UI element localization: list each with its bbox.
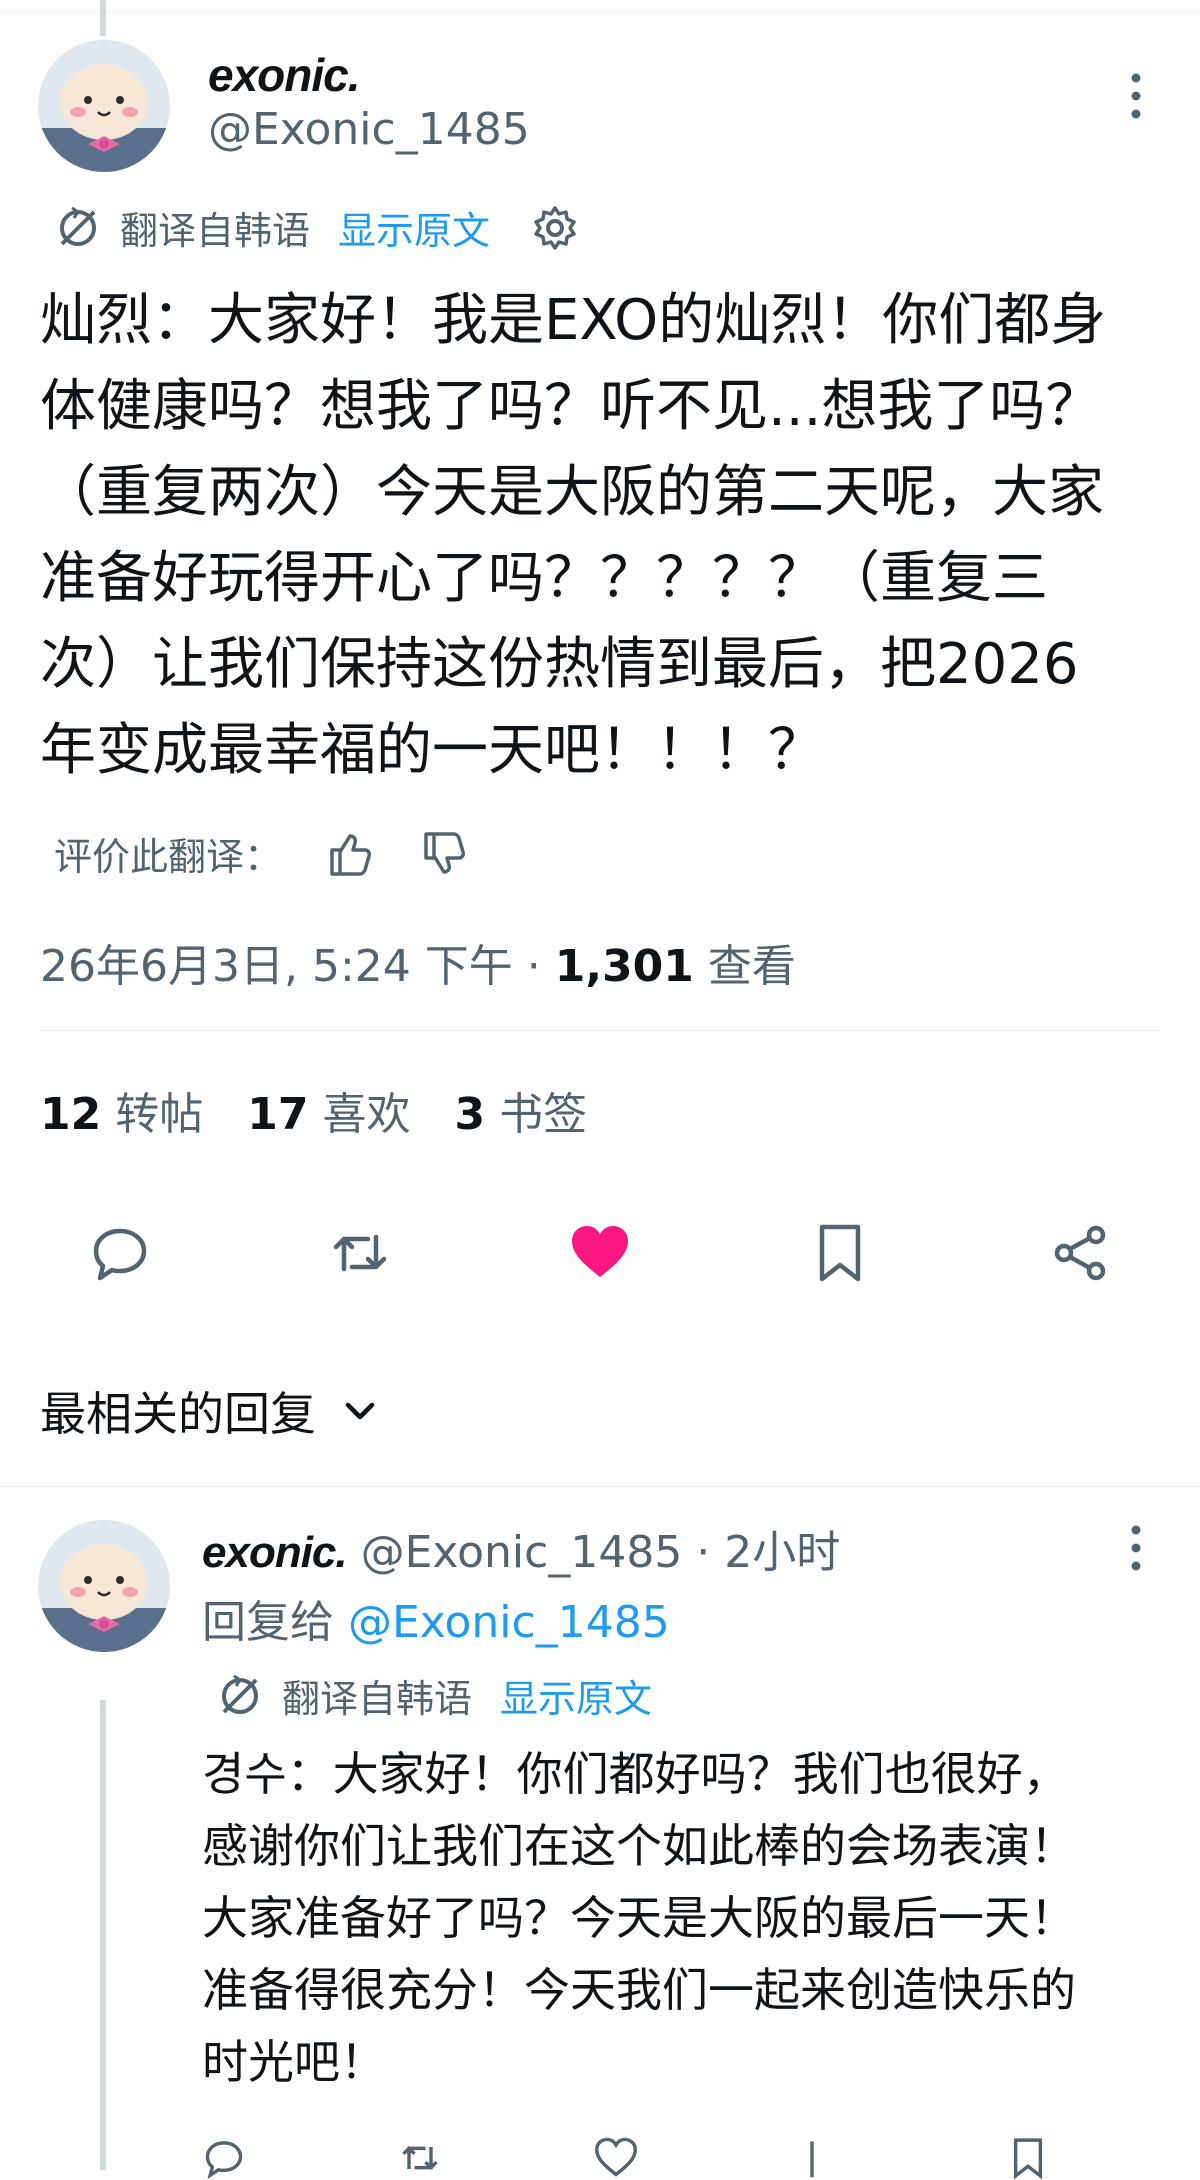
reply-more-options-icon[interactable] bbox=[1116, 1518, 1156, 1578]
heart-outline-icon bbox=[595, 2137, 637, 2177]
author-handle[interactable]: @Exonic_1485 bbox=[208, 104, 530, 155]
reply-text-line: 感谢你们让我们在这个如此棒的会场表演！ bbox=[202, 1819, 1076, 1873]
tweet-text: 灿烈：大家好！我是EXO的灿烈！你们都身 体健康吗？想我了吗？听不见...想我了… bbox=[40, 278, 1180, 794]
likes-count: 17 bbox=[247, 1089, 309, 1140]
author-display-name[interactable]: exonic. bbox=[208, 48, 361, 102]
engagement-stats: 12 转帖 17 喜欢 3 书签 bbox=[40, 1078, 631, 1142]
divider bbox=[40, 1030, 1160, 1031]
reply-reply-button[interactable] bbox=[202, 2136, 258, 2180]
reply-thread-line bbox=[100, 1700, 106, 2170]
replying-to-label: 回复给 bbox=[202, 1597, 348, 1648]
share-icon bbox=[1054, 1225, 1106, 1281]
show-original-link[interactable]: 显示原文 bbox=[500, 1668, 652, 1723]
reply-text-line: 大家准备好了吗？今天是大阪的最后一天！ bbox=[202, 1891, 1076, 1945]
reposts-label: 转帖 bbox=[115, 1089, 204, 1140]
rate-translation-bar: 评价此翻译： bbox=[54, 826, 470, 881]
likes-stat[interactable]: 17 喜欢 bbox=[247, 1078, 410, 1142]
reply-text-line: 경수：大家好！你们都好吗？我们也很好， bbox=[202, 1747, 1069, 1801]
reply-bookmark-button[interactable] bbox=[1006, 2136, 1062, 2180]
repost-icon bbox=[333, 1234, 387, 1272]
views-label: 查看 bbox=[693, 941, 796, 992]
bookmark-icon bbox=[819, 1224, 861, 1282]
thread-line bbox=[100, 0, 106, 36]
avatar-image bbox=[38, 40, 170, 172]
reply-author-handle-time[interactable]: @Exonic_1485 · 2小时 bbox=[361, 1516, 841, 1580]
tweet-text-line: 准备好玩得开心了吗？？？？？（重复三 bbox=[40, 546, 1048, 611]
reply-author-display-name[interactable]: exonic. bbox=[202, 1528, 348, 1578]
thumbs-down-icon[interactable] bbox=[418, 828, 470, 880]
tweet-text-line: 灿烈：大家好！我是EXO的灿烈！你们都身 bbox=[40, 288, 1107, 353]
show-original-link[interactable]: 显示原文 bbox=[338, 200, 490, 255]
reposts-count: 12 bbox=[40, 1089, 102, 1140]
tweet-text-line: 次）让我们保持这份热情到最后，把2026 bbox=[40, 632, 1079, 697]
tweet-text-line: 年变成最幸福的一天吧！！！？ bbox=[40, 718, 824, 783]
translate-icon bbox=[222, 1674, 258, 1714]
views-count: 1,301 bbox=[554, 941, 694, 992]
bookmarks-count: 3 bbox=[454, 1089, 486, 1140]
share-button[interactable] bbox=[1045, 1218, 1115, 1288]
views-icon bbox=[810, 2141, 814, 2178]
translated-from-label: 翻译自韩语 bbox=[282, 1677, 473, 1721]
reply-translation-bar: 翻译自韩语 显示原文 bbox=[216, 1668, 652, 1723]
bookmarks-label: 书签 bbox=[499, 1089, 588, 1140]
bookmarks-stat[interactable]: 3 书签 bbox=[454, 1078, 587, 1142]
gear-icon[interactable] bbox=[530, 203, 580, 253]
reply-like-button[interactable] bbox=[594, 2136, 650, 2180]
reply-text-line: 准备得很充分！今天我们一起来创造快乐的 bbox=[202, 1963, 1076, 2017]
repost-button[interactable] bbox=[325, 1218, 395, 1288]
heart-icon bbox=[572, 1226, 628, 1277]
repost-icon bbox=[402, 2145, 438, 2171]
tweet-text-line: 体健康吗？想我了吗？听不见...想我了吗？ bbox=[40, 374, 1102, 439]
replies-sort-dropdown[interactable]: 最相关的回复 bbox=[40, 1378, 380, 1444]
translation-bar: 翻译自韩语 显示原文 bbox=[54, 200, 580, 255]
tweet-datetime[interactable]: 26年6月3日, 5:24 下午 · bbox=[40, 941, 555, 992]
divider bbox=[0, 1486, 1200, 1487]
like-button[interactable] bbox=[565, 1218, 635, 1288]
tweet-metadata: 26年6月3日, 5:24 下午 · 1,301 查看 bbox=[40, 930, 796, 994]
tweet-text-line: （重复两次）今天是大阪的第二天呢，大家 bbox=[40, 460, 1104, 525]
chevron-down-icon bbox=[345, 1402, 375, 1420]
reply-icon bbox=[93, 1228, 147, 1281]
replying-to-mention[interactable]: @Exonic_1485 bbox=[348, 1597, 670, 1648]
thumbs-up-icon[interactable] bbox=[324, 828, 376, 880]
reply-header: exonic. @Exonic_1485 · 2小时 bbox=[202, 1516, 840, 1580]
avatar-image bbox=[38, 1520, 170, 1652]
replies-sort-label: 最相关的回复 bbox=[40, 1387, 316, 1441]
reply-icon bbox=[205, 2141, 243, 2180]
avatar[interactable] bbox=[38, 40, 170, 172]
reply-action-bar bbox=[202, 2136, 1132, 2180]
reposts-stat[interactable]: 12 转帖 bbox=[40, 1078, 203, 1142]
reply-views-button[interactable] bbox=[790, 2136, 846, 2180]
reply-avatar[interactable] bbox=[38, 1520, 170, 1652]
bookmark-icon bbox=[1013, 2138, 1043, 2180]
reply-repost-button[interactable] bbox=[398, 2136, 454, 2180]
reply-button[interactable] bbox=[85, 1218, 155, 1288]
bookmark-button[interactable] bbox=[805, 1218, 875, 1288]
reply-text-line: 时光吧！ bbox=[202, 2035, 386, 2089]
translate-icon bbox=[60, 206, 96, 246]
top-divider bbox=[0, 12, 1200, 13]
replying-to: 回复给 @Exonic_1485 bbox=[202, 1586, 670, 1650]
likes-label: 喜欢 bbox=[322, 1089, 411, 1140]
rate-translation-label: 评价此翻译： bbox=[54, 835, 283, 879]
more-options-icon[interactable] bbox=[1116, 66, 1156, 126]
translated-from-label: 翻译自韩语 bbox=[120, 209, 311, 253]
reply-text: 경수：大家好！你们都好吗？我们也很好， 感谢你们让我们在这个如此棒的会场表演！ … bbox=[202, 1738, 1162, 2098]
